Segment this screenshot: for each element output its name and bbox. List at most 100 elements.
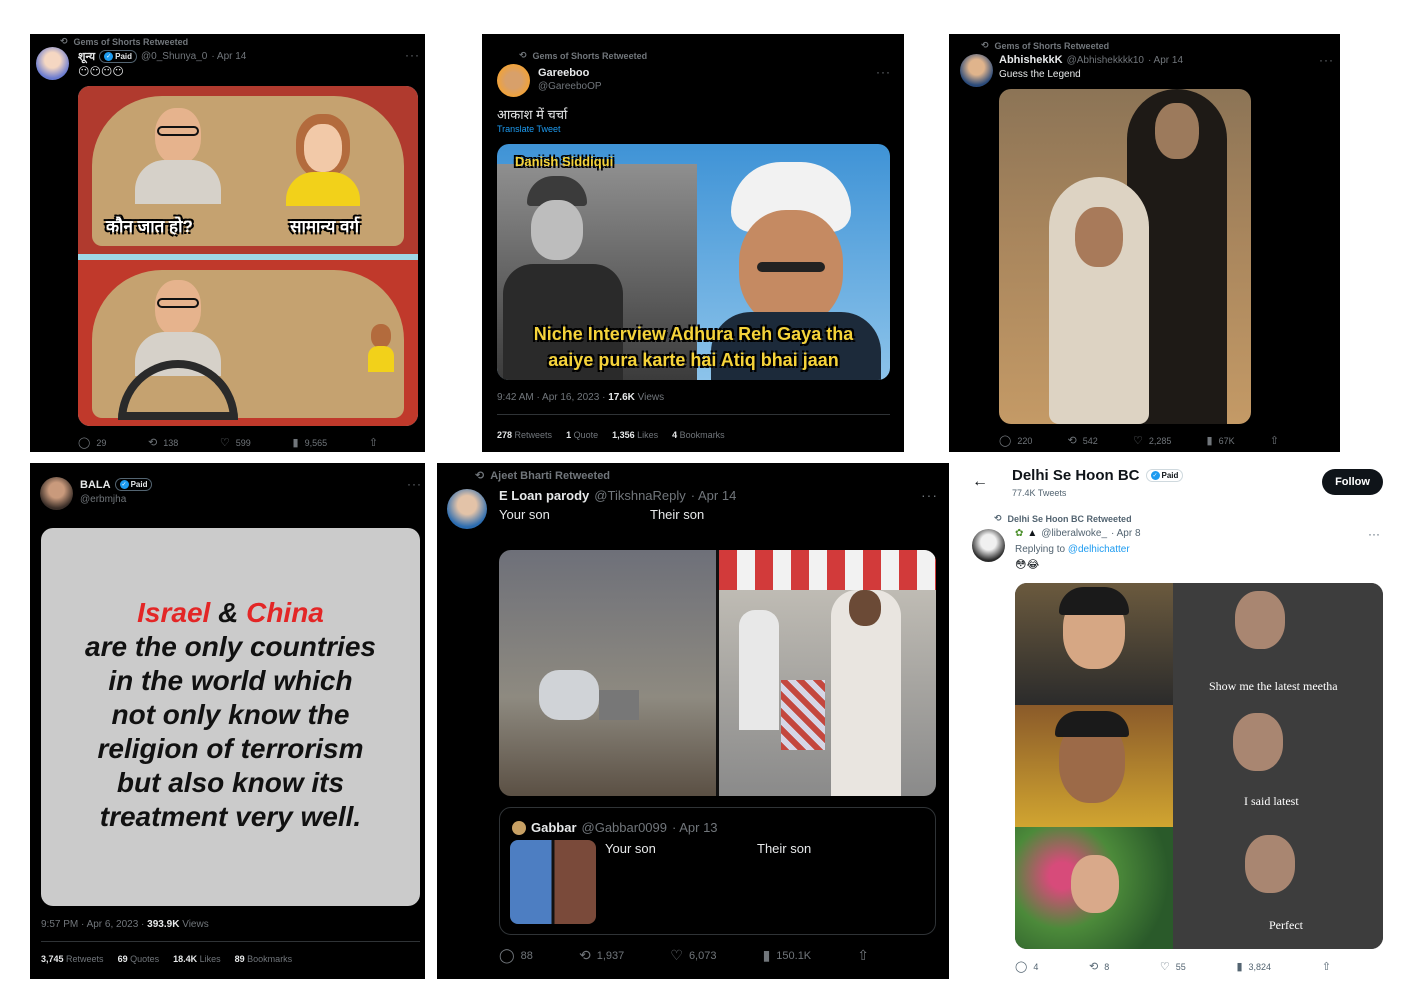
- retweet-button[interactable]: ⟲ 542: [1068, 434, 1098, 447]
- like-button[interactable]: ♡ 6,073: [670, 947, 716, 964]
- tweet-card-6[interactable]: ← Delhi Se Hoon BC ✓ Paid 77.4K Tweets Fo…: [960, 463, 1392, 979]
- quoted-thumbnail[interactable]: [510, 840, 596, 924]
- tweet-date[interactable]: · Apr 14: [211, 51, 246, 62]
- tweet-card-5[interactable]: ⟲ Ajeet Bharti Retweeted E Loan parody @T…: [437, 463, 949, 979]
- retweet-icon: ⟲: [60, 36, 68, 46]
- quotes-stat[interactable]: 69 Quotes: [118, 954, 160, 964]
- retweet-button[interactable]: ⟲ 1,937: [579, 947, 624, 964]
- politician-photo: [711, 162, 881, 380]
- meme-grid-image[interactable]: Show me the latest meetha I said latest …: [1015, 583, 1383, 949]
- more-options-icon[interactable]: ···: [405, 48, 420, 62]
- tweet-count: 77.4K Tweets: [1012, 488, 1067, 498]
- author-handle[interactable]: @0_Shunya_0: [141, 51, 207, 62]
- share-button[interactable]: ⇧: [369, 436, 378, 449]
- follow-button[interactable]: Follow: [1322, 469, 1383, 495]
- retweet-button[interactable]: ⟲ 138: [148, 436, 178, 449]
- reply-button[interactable]: ◯ 220: [999, 434, 1032, 447]
- likes-stat[interactable]: 18.4K Likes: [173, 954, 221, 964]
- share-button[interactable]: ⇧: [1322, 960, 1331, 973]
- replying-line: Replying to @delhichatter: [1015, 544, 1130, 555]
- quoted-avatar: [512, 820, 526, 835]
- tweet-card-2[interactable]: ⟲ Gems of Shorts Retweeted Gareeboo @Gare…: [482, 34, 904, 452]
- quotes-stat[interactable]: 1 Quote: [566, 430, 598, 440]
- desert-image[interactable]: [999, 89, 1251, 424]
- comparison-image[interactable]: [499, 550, 936, 796]
- retweet-indicator: ⟲ Gems of Shorts Retweeted: [519, 50, 648, 61]
- translate-link[interactable]: Translate Tweet: [497, 124, 561, 134]
- views-button[interactable]: ▮ 150.1K: [763, 947, 812, 964]
- tweet-date[interactable]: · Apr 14: [1148, 55, 1183, 66]
- avatar[interactable]: [36, 47, 69, 80]
- author-name[interactable]: शून्य: [78, 49, 95, 64]
- tweet-date[interactable]: · Apr 14: [691, 488, 737, 503]
- quoted-author-handle[interactable]: @Gabbar0099: [582, 820, 667, 835]
- more-options-icon[interactable]: ···: [921, 487, 938, 503]
- avatar[interactable]: [497, 64, 530, 97]
- name-label: Danish Siddiqui: [515, 154, 614, 169]
- like-button[interactable]: ♡ 599: [220, 436, 251, 449]
- caption-answer: सामान्य वर्ग: [290, 217, 360, 236]
- author-handle[interactable]: @liberalwoke_: [1041, 528, 1107, 539]
- quoted-author-name[interactable]: Gabbar: [531, 820, 577, 835]
- verified-icon: ✓: [119, 480, 129, 489]
- quoted-text-right: Their son: [757, 841, 812, 856]
- views-button[interactable]: ▮ 3,824: [1236, 960, 1271, 973]
- share-button[interactable]: ⇧: [1270, 434, 1279, 447]
- quoted-date[interactable]: · Apr 13: [672, 820, 718, 835]
- author-handle[interactable]: @GareeboOP: [538, 81, 602, 92]
- retweet-icon: ⟲: [148, 437, 158, 449]
- retweet-icon: ⟲: [1089, 961, 1099, 973]
- more-options-icon[interactable]: ···: [1319, 53, 1334, 67]
- author-name[interactable]: E Loan parody: [499, 488, 589, 503]
- retweet-indicator: ⟲ Gems of Shorts Retweeted: [60, 36, 189, 47]
- quoted-tweet[interactable]: Gabbar @Gabbar0099 · Apr 13 Your son The…: [499, 807, 936, 935]
- views-button[interactable]: ▮ 9,565: [293, 436, 328, 449]
- avatar[interactable]: [40, 477, 73, 510]
- more-options-icon[interactable]: ···: [1368, 527, 1380, 541]
- like-button[interactable]: ♡ 2,285: [1133, 434, 1171, 447]
- comic-image[interactable]: कौन जात हो? सामान्य वर्ग: [78, 86, 418, 426]
- author-name[interactable]: AbhishekkK: [999, 54, 1063, 66]
- avatar[interactable]: [447, 489, 487, 529]
- body-line: religion of terrorism: [97, 733, 364, 764]
- replying-to-link[interactable]: @delhichatter: [1068, 544, 1130, 555]
- paid-badge: ✓ Paid: [99, 50, 138, 63]
- author-name[interactable]: BALA: [80, 479, 111, 491]
- tweet-card-4[interactable]: BALA ✓ Paid @erbmjha ··· Israel & China a…: [30, 463, 425, 979]
- body-line: but also know its: [116, 767, 345, 798]
- retweet-icon: ⟲: [475, 470, 485, 482]
- author-name[interactable]: Gareeboo: [538, 67, 589, 79]
- more-options-icon[interactable]: ···: [876, 65, 891, 79]
- tweet-date[interactable]: · Apr 8: [1111, 528, 1140, 539]
- author-handle[interactable]: @TikshnaReply: [594, 488, 685, 503]
- reply-icon: ◯: [1015, 961, 1028, 973]
- retweet-button[interactable]: ⟲ 8: [1089, 960, 1109, 973]
- retweets-stat[interactable]: 278 Retweets: [497, 430, 552, 440]
- right-photo: [719, 550, 936, 796]
- quoted-text-left: Your son: [605, 841, 656, 856]
- views-button[interactable]: ▮ 67K: [1207, 434, 1235, 447]
- share-button[interactable]: ⇧: [857, 947, 869, 964]
- tweet-card-1[interactable]: ⟲ Gems of Shorts Retweeted शून्य ✓ Paid @0…: [30, 34, 425, 452]
- bookmarks-stat[interactable]: 89 Bookmarks: [235, 954, 293, 964]
- news-image[interactable]: Danish Siddiqui Niche Interview Adhura R…: [497, 144, 890, 380]
- reply-button[interactable]: ◯ 88: [499, 947, 533, 964]
- author-handle[interactable]: @Abhishekkkk10: [1067, 55, 1144, 66]
- divider: [497, 414, 890, 415]
- author-handle[interactable]: @erbmjha: [80, 494, 126, 505]
- back-arrow-icon[interactable]: ←: [972, 473, 988, 491]
- heart-icon: ♡: [670, 947, 683, 963]
- text-image[interactable]: Israel & China are the only countries in…: [41, 528, 420, 906]
- more-options-icon[interactable]: ···: [407, 477, 422, 491]
- reply-button[interactable]: ◯ 4: [1015, 960, 1038, 973]
- likes-stat[interactable]: 1,356 Likes: [612, 430, 658, 440]
- bookmarks-stat[interactable]: 4 Bookmarks: [672, 430, 725, 440]
- retweets-stat[interactable]: 3,745 Retweets: [41, 954, 104, 964]
- reply-button[interactable]: ◯ 29: [78, 436, 106, 449]
- avatar[interactable]: [960, 54, 993, 87]
- chart-icon: ▮: [762, 947, 771, 963]
- image-text-block: Israel & China are the only countries in…: [41, 596, 420, 834]
- avatar[interactable]: [972, 529, 1005, 562]
- like-button[interactable]: ♡ 55: [1160, 960, 1186, 973]
- tweet-card-3[interactable]: ⟲ Gems of Shorts Retweeted AbhishekkK @Ab…: [949, 34, 1340, 452]
